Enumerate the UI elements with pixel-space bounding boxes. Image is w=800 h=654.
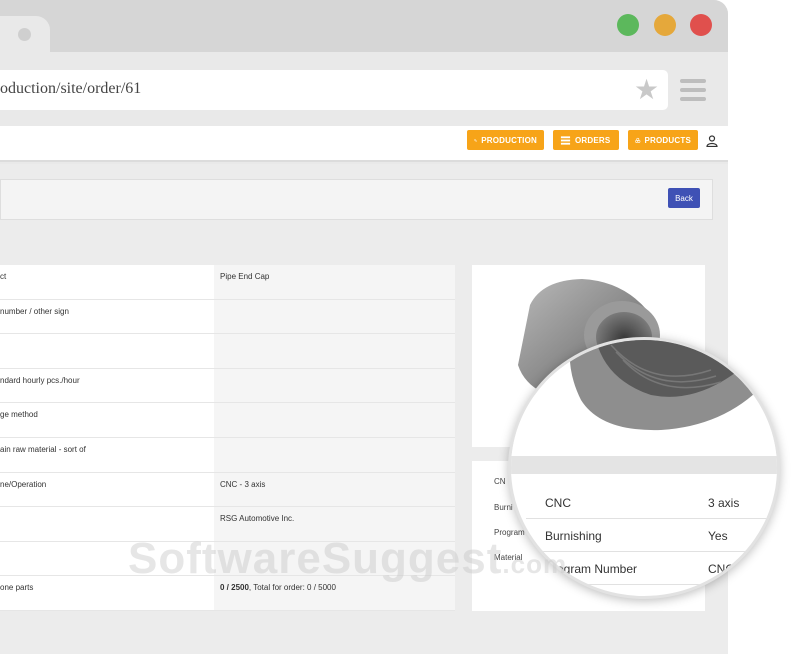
row-value (214, 299, 455, 334)
row-label: number / other sign (0, 306, 69, 316)
magnified-row: CNC 3 axis (526, 486, 777, 519)
row-label: ge method (0, 410, 38, 420)
row-value (214, 368, 455, 403)
bookmark-star-icon[interactable]: ★ (634, 76, 659, 104)
row-label (0, 334, 214, 368)
minimize-window-button[interactable] (654, 14, 676, 36)
row-value (214, 403, 455, 437)
production-nav-label: PRODUCTION (481, 135, 537, 145)
table-row: ct Pipe End Cap (0, 265, 455, 300)
action-toolbar: Back (0, 179, 713, 220)
orders-nav-button[interactable]: ORDERS (553, 130, 619, 150)
products-nav-label: PRODUCTS (644, 135, 691, 145)
table-row: ge method (0, 403, 455, 438)
products-nav-button[interactable]: PRODUCTS (628, 130, 698, 150)
list-icon (560, 135, 571, 145)
cubes-icon (635, 137, 641, 143)
orders-nav-label: ORDERS (575, 135, 611, 145)
row-value (214, 334, 455, 368)
tab-close-dot[interactable] (18, 28, 31, 41)
row-label: ne/Operation (0, 479, 47, 489)
row-value: CNC - 3 axis (214, 472, 455, 507)
maximize-window-button[interactable] (617, 14, 639, 36)
close-window-button[interactable] (690, 14, 712, 36)
row-value: Pipe End Cap (214, 265, 455, 299)
user-icon[interactable] (706, 135, 718, 147)
url-text: oduction/site/order/61 (0, 80, 142, 97)
pipe-thread-image (511, 340, 777, 431)
table-row: number / other sign (0, 299, 455, 335)
production-nav-button[interactable]: PRODUCTION (467, 130, 544, 150)
row-label: ndard hourly pcs./hour (0, 375, 80, 385)
row-value (214, 437, 455, 472)
order-total: , Total for order: 0 / 5000 (248, 583, 336, 593)
watermark: SoftwareSuggest.com (128, 534, 568, 583)
back-button[interactable]: Back (668, 188, 700, 208)
table-row (0, 334, 455, 369)
table-row: ain raw material - sort of (0, 437, 455, 473)
row-label: ct (0, 272, 7, 281)
hamburger-menu-icon[interactable] (680, 79, 706, 101)
app-navbar: PRODUCTION ORDERS PRODUCTS (0, 126, 728, 162)
table-row: ne/Operation CNC - 3 axis (0, 472, 455, 508)
browser-titlebar (0, 0, 728, 52)
row-label: ain raw material - sort of (0, 444, 86, 454)
gears-icon (474, 138, 478, 142)
address-bar[interactable]: oduction/site/order/61 ★ (0, 70, 668, 110)
magnified-product-image (511, 340, 777, 456)
table-row: ndard hourly pcs./hour (0, 368, 455, 404)
produced-count: 0 / 2500 (220, 583, 249, 593)
